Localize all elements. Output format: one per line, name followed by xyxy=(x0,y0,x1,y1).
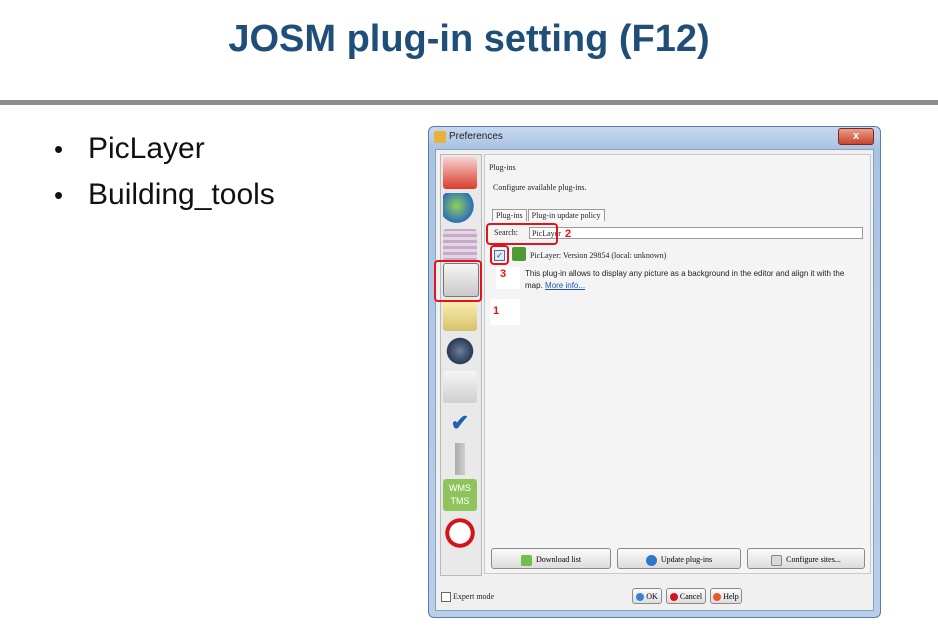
wms-label: WMS xyxy=(449,483,471,493)
sound-icon[interactable] xyxy=(443,335,477,367)
annotation-3: 3 xyxy=(500,268,507,280)
more-info-link[interactable]: More info... xyxy=(545,281,585,290)
annotation-1: 1 xyxy=(493,305,500,317)
shortcut-icon[interactable] xyxy=(443,517,477,549)
remote-icon[interactable] xyxy=(443,443,477,475)
cancel-label: Cancel xyxy=(679,592,703,601)
download-list-button[interactable]: Download list xyxy=(491,548,611,569)
annotation-2: 2 xyxy=(565,228,572,240)
ok-icon xyxy=(636,593,645,602)
globe-icon[interactable] xyxy=(443,193,477,225)
tag-icon[interactable] xyxy=(443,157,477,189)
window-client: ✔ WMS TMS Plug-ins Configure available p… xyxy=(434,149,874,611)
section-title: Plug-ins xyxy=(489,163,516,172)
tab-update-policy[interactable]: Plug-in update policy xyxy=(527,209,605,221)
plugin-name: PicLayer: Version 29854 (local: unknown) xyxy=(530,251,667,260)
wms-tms-icon[interactable]: WMS TMS xyxy=(443,479,477,511)
refresh-icon xyxy=(645,554,657,566)
help-label: Help xyxy=(723,592,739,601)
keyboard-icon[interactable] xyxy=(443,371,477,403)
cancel-icon xyxy=(669,593,678,602)
app-icon xyxy=(434,131,446,143)
projection-icon[interactable] xyxy=(443,299,477,331)
configure-icon xyxy=(771,554,783,566)
window-titlebar: Preferences x xyxy=(429,127,880,147)
help-button[interactable]: Help xyxy=(710,588,742,604)
bullet-text: PicLayer xyxy=(88,132,205,165)
bullet-marker: • xyxy=(54,180,64,210)
slide-title: JOSM plug-in setting (F12) xyxy=(228,18,710,60)
plugin-tab-highlight xyxy=(434,260,482,302)
preferences-sidebar: ✔ WMS TMS xyxy=(440,154,482,576)
bullet-text: Building_tools xyxy=(88,178,275,211)
checkbox-highlight xyxy=(490,245,509,265)
configure-label: Configure sites... xyxy=(786,555,841,564)
cancel-button[interactable]: Cancel xyxy=(666,588,706,604)
grid-icon[interactable] xyxy=(443,229,477,261)
tab-plugins[interactable]: Plug-ins xyxy=(492,209,527,221)
update-label: Update plug-ins xyxy=(660,555,713,564)
expert-mode-label: Expert mode xyxy=(453,592,495,601)
help-icon xyxy=(713,593,722,602)
plugin-description: This plug-in allows to display any pictu… xyxy=(525,268,855,292)
search-highlight xyxy=(486,223,558,245)
ok-label: OK xyxy=(646,592,658,601)
tab-strip: Plug-ins Plug-in update policy xyxy=(492,209,606,221)
preferences-window: Preferences x ✔ WMS TMS Plug-ins Configu… xyxy=(428,126,881,618)
download-icon xyxy=(520,554,532,566)
download-label: Download list xyxy=(535,555,582,564)
update-plugins-button[interactable]: Update plug-ins xyxy=(617,548,741,569)
bullet-item: • PicLayer xyxy=(54,126,275,172)
validator-icon[interactable]: ✔ xyxy=(443,407,477,439)
bullet-list: • PicLayer • Building_tools xyxy=(54,126,275,218)
plugin-pane: Plug-ins Configure available plug-ins. P… xyxy=(484,154,871,574)
close-button[interactable]: x xyxy=(838,128,874,145)
plugin-icon xyxy=(512,247,526,261)
tms-label: TMS xyxy=(450,496,470,506)
window-title: Preferences xyxy=(449,131,503,142)
bullet-item: • Building_tools xyxy=(54,172,275,218)
search-input[interactable]: PicLayer xyxy=(529,227,863,239)
bullet-marker: • xyxy=(54,134,64,164)
title-divider xyxy=(0,100,938,105)
section-desc: Configure available plug-ins. xyxy=(493,183,587,192)
configure-sites-button[interactable]: Configure sites... xyxy=(747,548,865,569)
ok-button[interactable]: OK xyxy=(632,588,662,604)
expert-mode-checkbox[interactable] xyxy=(441,592,451,602)
